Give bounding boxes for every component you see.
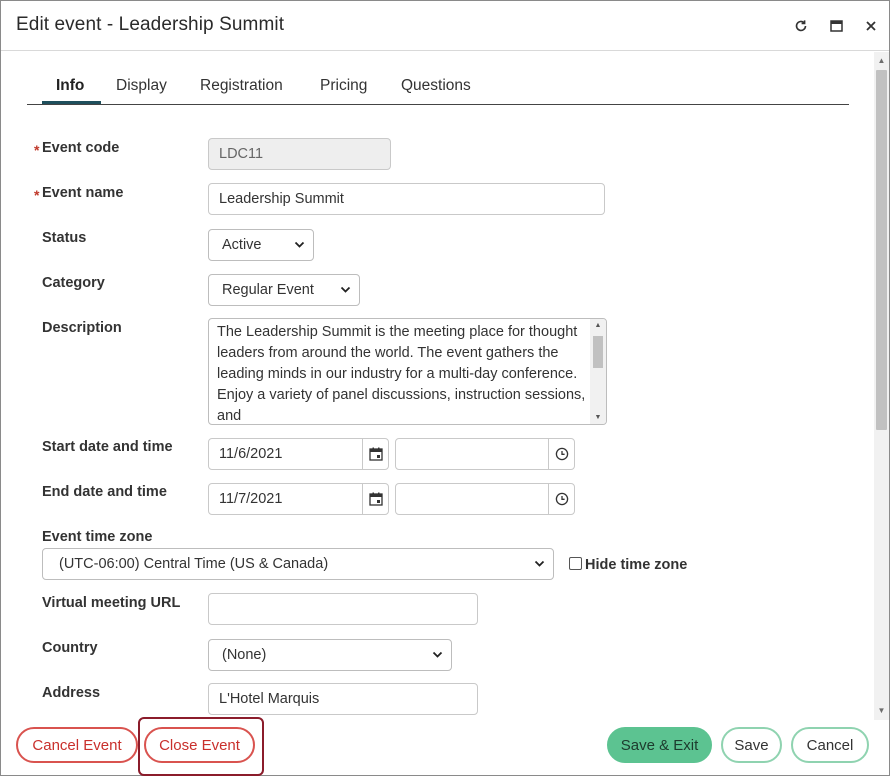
hide-time-zone-checkbox[interactable]	[569, 557, 582, 570]
chevron-down-icon	[294, 230, 305, 272]
clock-icon[interactable]	[548, 439, 574, 469]
scroll-up-icon[interactable]: ▲	[590, 322, 606, 329]
scroll-down-icon[interactable]: ▼	[590, 414, 606, 421]
country-label: Country	[42, 640, 98, 656]
tab-display[interactable]: Display	[116, 77, 167, 95]
country-select-value: (None)	[222, 647, 267, 663]
status-select-value: Active	[222, 237, 262, 253]
event-code-label: Event code	[42, 140, 120, 156]
required-marker: *	[34, 187, 40, 203]
clock-icon[interactable]	[548, 484, 574, 514]
start-date-label: Start date and time	[42, 439, 173, 455]
dialog-scroll-thumb[interactable]	[876, 70, 887, 430]
tab-bar: Info Display Registration Pricing Questi…	[27, 70, 849, 105]
scroll-down-icon[interactable]: ▼	[874, 704, 889, 718]
start-date-value: 11/6/2021	[219, 446, 283, 462]
dialog-scrollbar[interactable]: ▲ ▼	[874, 52, 889, 720]
status-label: Status	[42, 230, 87, 246]
tab-questions[interactable]: Questions	[401, 77, 471, 95]
description-label: Description	[42, 320, 122, 336]
refresh-icon[interactable]	[789, 14, 813, 38]
event-name-label: Event name	[42, 185, 124, 201]
chevron-down-icon	[534, 549, 545, 591]
event-name-input[interactable]: Leadership Summit	[208, 183, 605, 215]
virtual-url-label: Virtual meeting URL	[42, 595, 181, 611]
event-code-input: LDC11	[208, 138, 391, 170]
cancel-event-button[interactable]: Cancel Event	[16, 727, 138, 763]
end-date-value: 11/7/2021	[219, 491, 283, 507]
calendar-icon[interactable]	[362, 484, 388, 514]
cancel-button[interactable]: Cancel	[791, 727, 869, 763]
dialog-title: Edit event - Leadership Summit	[16, 14, 285, 35]
hide-time-zone-label[interactable]: Hide time zone	[585, 557, 687, 573]
country-select[interactable]: (None)	[208, 639, 452, 671]
dialog-titlebar: Edit event - Leadership Summit	[1, 1, 889, 51]
status-select[interactable]: Active	[208, 229, 314, 261]
calendar-icon[interactable]	[362, 439, 388, 469]
end-date-label: End date and time	[42, 484, 167, 500]
time-zone-label: Event time zone	[42, 529, 153, 545]
virtual-url-input[interactable]	[208, 593, 478, 625]
address-label: Address	[42, 685, 101, 701]
description-textarea[interactable]: The Leadership Summit is the meeting pla…	[208, 318, 607, 425]
required-marker: *	[34, 142, 40, 158]
category-label: Category	[42, 275, 105, 291]
description-scrollbar[interactable]: ▲ ▼	[590, 319, 606, 424]
tab-info[interactable]: Info	[56, 77, 84, 95]
tab-pricing[interactable]: Pricing	[320, 77, 367, 95]
chevron-down-icon	[432, 640, 443, 682]
time-zone-select-value: (UTC-06:00) Central Time (US & Canada)	[59, 556, 329, 572]
start-time-input[interactable]	[395, 438, 575, 470]
end-date-input[interactable]: 11/7/2021	[208, 483, 389, 515]
maximize-icon[interactable]	[824, 14, 848, 38]
edit-event-dialog: Edit event - Leadership Summit Info Disp…	[0, 0, 890, 776]
save-button[interactable]: Save	[721, 727, 782, 763]
time-zone-select[interactable]: (UTC-06:00) Central Time (US & Canada)	[42, 548, 554, 580]
save-exit-button[interactable]: Save & Exit	[607, 727, 712, 763]
chevron-down-icon	[340, 275, 351, 317]
start-date-input[interactable]: 11/6/2021	[208, 438, 389, 470]
scroll-up-icon[interactable]: ▲	[874, 54, 889, 68]
close-event-highlight	[138, 717, 264, 776]
category-select[interactable]: Regular Event	[208, 274, 360, 306]
end-time-input[interactable]	[395, 483, 575, 515]
dialog-footer: Cancel Event Close Event Save & Exit Sav…	[1, 720, 889, 775]
address-input[interactable]: L'Hotel Marquis	[208, 683, 478, 715]
description-scroll-thumb[interactable]	[593, 336, 603, 368]
tab-registration[interactable]: Registration	[200, 77, 283, 95]
close-icon[interactable]	[859, 14, 883, 38]
active-tab-indicator	[42, 101, 101, 104]
description-text: The Leadership Summit is the meeting pla…	[217, 324, 586, 424]
category-select-value: Regular Event	[222, 282, 314, 298]
dialog-content: Info Display Registration Pricing Questi…	[1, 52, 873, 720]
